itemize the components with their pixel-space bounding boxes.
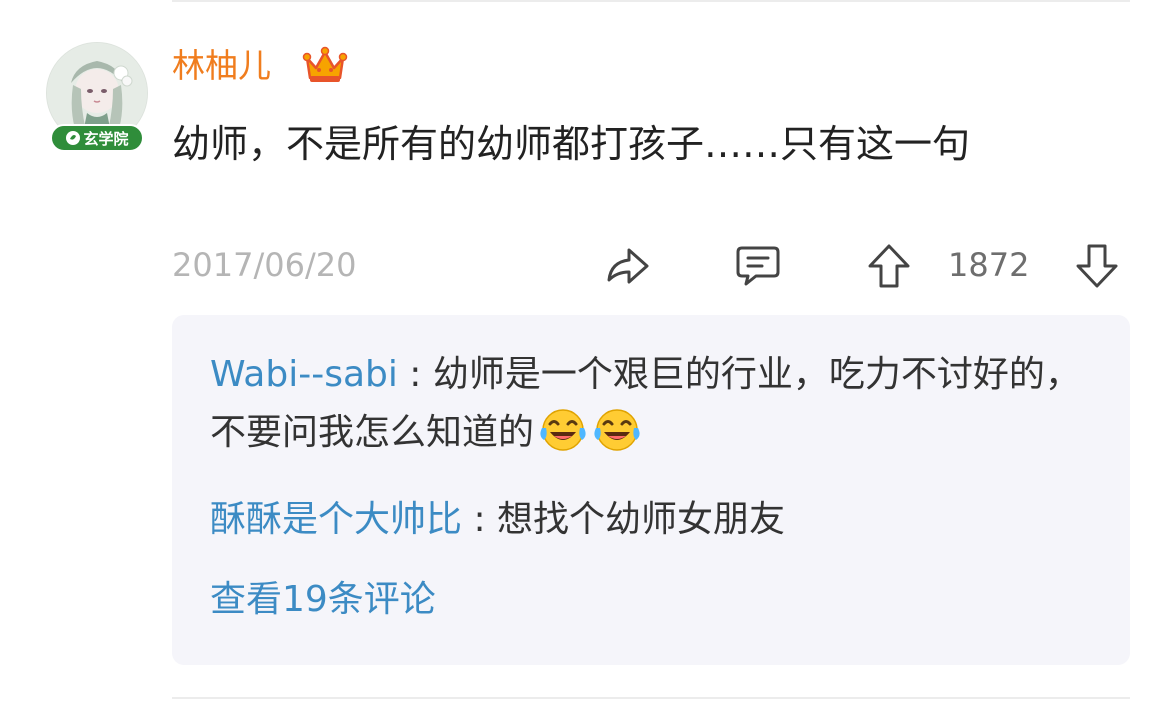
view-all-replies-link[interactable]: 查看19条评论	[210, 572, 436, 628]
laughing-tears-emoji	[540, 409, 586, 451]
bottom-divider	[172, 697, 1130, 699]
crown-icon	[302, 46, 348, 82]
reply-separator: :	[462, 499, 498, 540]
username[interactable]: 林柚儿	[172, 44, 271, 88]
share-icon[interactable]	[603, 242, 651, 288]
reply-author[interactable]: 酥酥是个大帅比	[210, 499, 462, 540]
laughing-tears-emoji	[594, 409, 640, 451]
reply-author[interactable]: Wabi--sabi	[210, 354, 398, 395]
post-date: 2017/06/20	[172, 246, 357, 284]
badge-label: 玄学院	[83, 129, 129, 148]
reply-item[interactable]: Wabi--sabi : 幼师是一个艰巨的行业，吃力不讨好的，不要问我怎么知道的	[210, 346, 1090, 462]
reply-item[interactable]: 酥酥是个大帅比 : 想找个幼师女朋友	[210, 491, 785, 549]
reply-separator: :	[397, 354, 433, 395]
post-text: 幼师，不是所有的幼师都打孩子……只有这一句	[172, 122, 971, 166]
downvote-arrow-icon[interactable]	[1074, 242, 1120, 290]
user-badge: 玄学院	[50, 124, 144, 152]
upvote-arrow-icon[interactable]	[866, 242, 912, 290]
badge-leaf-icon	[66, 131, 81, 145]
top-divider	[172, 0, 1130, 2]
vote-count: 1872	[948, 246, 1030, 284]
comment-icon[interactable]	[734, 242, 782, 288]
reply-text: 想找个幼师女朋友	[497, 499, 786, 540]
